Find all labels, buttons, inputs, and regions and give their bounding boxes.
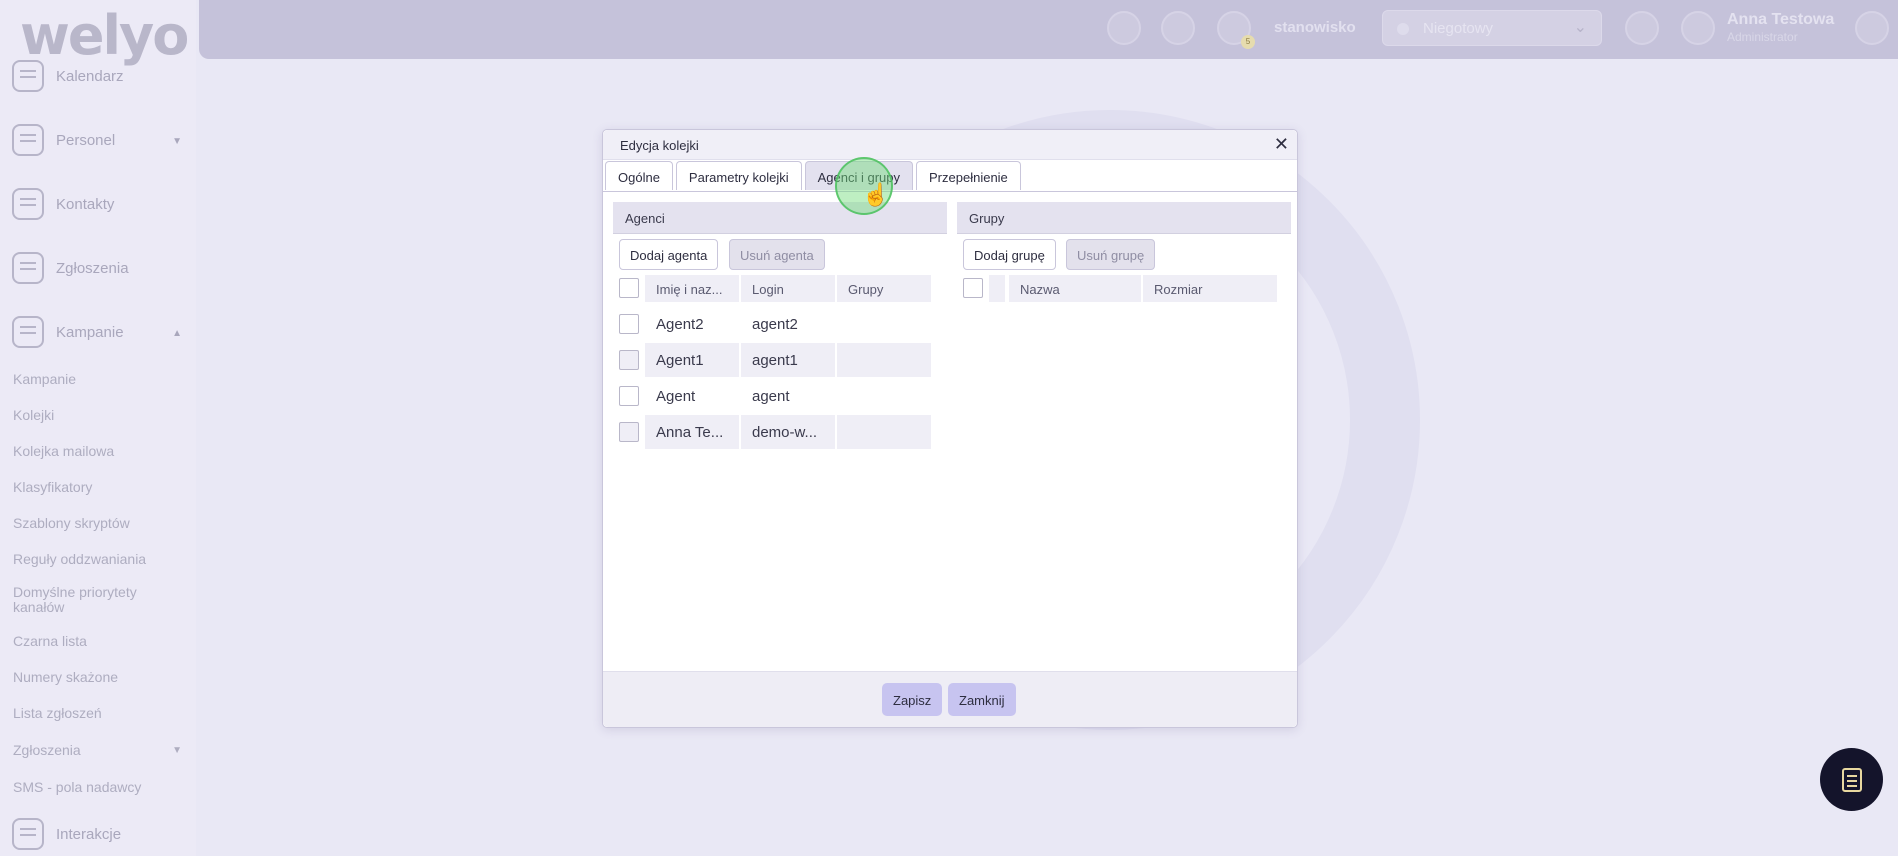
table-cell-groups bbox=[837, 343, 931, 377]
table-cell-groups bbox=[837, 307, 931, 341]
sidebar-sub-zgloszenia[interactable]: Zgłoszenia ▼ bbox=[13, 743, 188, 758]
row-checkbox[interactable] bbox=[619, 386, 639, 406]
campaign-icon bbox=[12, 316, 44, 348]
calendar-icon bbox=[12, 60, 44, 92]
contacts-icon bbox=[12, 188, 44, 220]
caret-up-icon: ▲ bbox=[172, 328, 182, 339]
sidebar-item-label: Kalendarz bbox=[56, 67, 124, 85]
sidebar-item-label: Kontakty bbox=[56, 195, 115, 213]
logout-icon[interactable] bbox=[1855, 11, 1889, 45]
sidebar-sub-kolejka-mailowa[interactable]: Kolejka mailowa bbox=[13, 444, 188, 459]
sidebar-sub-reguly[interactable]: Reguły oddzwaniania bbox=[13, 552, 188, 567]
column-header-color bbox=[989, 275, 1005, 302]
table-cell-login: demo-w... bbox=[741, 415, 835, 449]
document-icon bbox=[1841, 767, 1862, 792]
sidebar-item-kampanie[interactable]: Kampanie ▲ bbox=[12, 316, 188, 348]
table-cell-name: Anna Te... bbox=[645, 415, 739, 449]
column-header-rozmiar[interactable]: Rozmiar bbox=[1143, 275, 1277, 302]
sidebar-sub-lista-zgloszen[interactable]: Lista zgłoszeń bbox=[13, 706, 188, 721]
select-all-groups-checkbox[interactable] bbox=[963, 278, 983, 298]
user-info: Anna Testowa Administrator bbox=[1727, 11, 1834, 44]
caret-down-icon: ▼ bbox=[172, 745, 182, 756]
add-group-button[interactable]: Dodaj grupę bbox=[963, 239, 1056, 270]
sidebar-item-calendar[interactable]: Kalendarz bbox=[12, 60, 188, 92]
interactions-icon bbox=[12, 818, 44, 850]
tab-ogolne[interactable]: Ogólne bbox=[605, 161, 673, 190]
help-icon[interactable] bbox=[1625, 11, 1659, 45]
table-cell-login: agent1 bbox=[741, 343, 835, 377]
caret-down-icon: ▼ bbox=[172, 136, 182, 147]
tickets-icon bbox=[12, 252, 44, 284]
agents-panel-header: Agenci bbox=[613, 202, 947, 234]
sidebar-item-label: Interakcje bbox=[56, 825, 122, 843]
column-header-name[interactable]: Imię i naz... bbox=[645, 275, 739, 302]
table-cell-name: Agent1 bbox=[645, 343, 739, 377]
dialog-header: Edycja kolejki ✕ bbox=[603, 130, 1297, 160]
column-header-nazwa[interactable]: Nazwa bbox=[1009, 275, 1141, 302]
tasks-icon[interactable]: 5 bbox=[1217, 11, 1255, 49]
row-checkbox[interactable] bbox=[619, 314, 639, 334]
table-cell-groups bbox=[837, 379, 931, 413]
workstation-label: stanowisko bbox=[1274, 19, 1356, 36]
sidebar-sub-klasyfikatory[interactable]: Klasyfikatory bbox=[13, 480, 188, 495]
sidebar-sub-priorytety[interactable]: Domyślne priorytety kanałów bbox=[13, 585, 163, 615]
row-checkbox[interactable] bbox=[619, 350, 639, 370]
sidebar-sub-kolejki[interactable]: Kolejki bbox=[13, 408, 188, 423]
table-cell-login: agent2 bbox=[752, 316, 798, 333]
close-button[interactable]: Zamknij bbox=[948, 683, 1016, 716]
tasks-badge: 5 bbox=[1241, 35, 1255, 49]
sidebar-sub-kampanie[interactable]: Kampanie bbox=[13, 372, 188, 387]
sidebar-item-zgloszenia[interactable]: Zgłoszenia bbox=[12, 252, 188, 284]
tab-parametry-kolejki[interactable]: Parametry kolejki bbox=[675, 161, 802, 190]
top-bar: 5 stanowisko Niegotowy ⌄ Anna Testowa Ad… bbox=[199, 0, 1898, 59]
sidebar: welyo Kalendarz Personel ▼ Kontakty Zgło… bbox=[0, 0, 196, 856]
people-icon bbox=[12, 124, 44, 156]
add-agent-button[interactable]: Dodaj agenta bbox=[619, 239, 719, 270]
row-checkbox[interactable] bbox=[619, 422, 639, 442]
user-role: Administrator bbox=[1727, 30, 1798, 44]
dialog-footer: Zapisz Zamknij bbox=[603, 671, 1297, 727]
sidebar-item-label: Kampanie bbox=[56, 323, 124, 341]
notes-button[interactable] bbox=[1820, 748, 1883, 811]
chevron-down-icon: ⌄ bbox=[1573, 19, 1587, 36]
user-name: Anna Testowa bbox=[1727, 11, 1835, 28]
users-icon[interactable] bbox=[1161, 11, 1195, 45]
sidebar-sub-sms[interactable]: SMS - pola nadawcy bbox=[13, 780, 188, 795]
bell-icon[interactable] bbox=[1107, 11, 1141, 45]
hand-cursor-icon: ☝ bbox=[862, 182, 890, 207]
table-cell-name: Agent2 bbox=[656, 316, 704, 333]
sidebar-sub-szablony[interactable]: Szablony skryptów bbox=[13, 516, 188, 531]
avatar[interactable] bbox=[1681, 11, 1715, 45]
sidebar-sub-numery[interactable]: Numery skażone bbox=[13, 670, 188, 685]
sidebar-item-label: Personel bbox=[56, 131, 116, 149]
tab-przepelnienie[interactable]: Przepełnienie bbox=[916, 161, 1021, 190]
table-cell-groups bbox=[837, 415, 931, 449]
sidebar-item-interakcje[interactable]: Interakcje bbox=[12, 818, 188, 850]
select-all-agents-checkbox[interactable] bbox=[619, 278, 639, 298]
status-select[interactable]: Niegotowy ⌄ bbox=[1382, 10, 1602, 46]
app-logo: welyo bbox=[20, 4, 189, 67]
dialog-title: Edycja kolejki bbox=[620, 138, 699, 153]
table-cell-login: agent bbox=[752, 388, 790, 405]
edit-queue-dialog: Edycja kolejki ✕ Ogólne Parametry kolejk… bbox=[602, 129, 1298, 728]
close-icon[interactable]: ✕ bbox=[1274, 134, 1289, 154]
remove-agent-button[interactable]: Usuń agenta bbox=[729, 239, 825, 270]
tabs-divider bbox=[603, 191, 1297, 192]
remove-group-button[interactable]: Usuń grupę bbox=[1066, 239, 1156, 270]
groups-panel-header: Grupy bbox=[957, 202, 1291, 234]
dialog-tabs: Ogólne Parametry kolejki Agenci i grupy … bbox=[605, 161, 1021, 190]
column-header-login[interactable]: Login bbox=[741, 275, 835, 302]
column-header-groups[interactable]: Grupy bbox=[837, 275, 931, 302]
sidebar-sub-czarna-lista[interactable]: Czarna lista bbox=[13, 634, 188, 649]
sidebar-item-personel[interactable]: Personel ▼ bbox=[12, 124, 188, 156]
save-button[interactable]: Zapisz bbox=[882, 683, 943, 716]
table-cell-name: Agent bbox=[656, 388, 696, 405]
sidebar-item-kontakty[interactable]: Kontakty bbox=[12, 188, 188, 220]
sidebar-item-label: Zgłoszenia bbox=[56, 259, 129, 277]
